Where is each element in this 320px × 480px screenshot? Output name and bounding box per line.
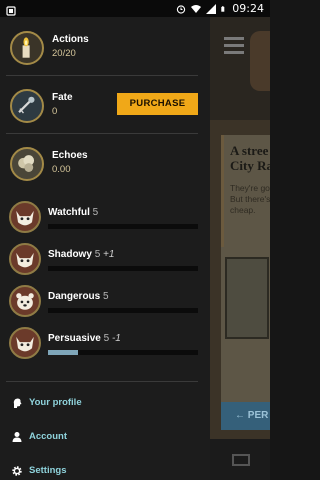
quality-echoes: Echoes 0.00: [0, 145, 210, 185]
wifi-icon: [191, 4, 202, 13]
stat-name: Dangerous: [48, 291, 101, 302]
stat-modifier: +1: [103, 249, 115, 260]
stat-level: 5: [103, 333, 110, 344]
menu-item-your-profile[interactable]: Your profile: [0, 393, 210, 415]
quality-value: 20/20: [52, 48, 76, 59]
alarm-icon: [177, 4, 186, 14]
hamburger-menu-icon[interactable]: [224, 37, 244, 58]
dangerous-bear-icon: [9, 285, 41, 317]
stat-name: Watchful: [48, 207, 90, 218]
perhaps-not-button[interactable]: ← PER: [221, 402, 270, 430]
quality-actions: Actions 20/20: [0, 29, 210, 69]
quality-value: 0.00: [52, 164, 71, 175]
fate-icon: [10, 89, 44, 123]
menu-label: Account: [29, 431, 67, 442]
stat-modifier: -1: [111, 333, 121, 344]
storylet-card[interactable]: A stree City Ra They're go But there's c…: [221, 135, 270, 259]
quality-name: Actions: [52, 34, 89, 45]
stat-label: Shadowy 5 +1: [48, 249, 114, 260]
divider: [6, 133, 198, 134]
character-portrait: [250, 31, 270, 91]
stat-progress-bar: [48, 266, 198, 271]
battery-icon: [221, 5, 225, 12]
navigation-drawer: Actions 20/20 Fate 0 PURCHASE Echoes 0.0…: [0, 17, 210, 480]
stat-progress-bar: [48, 350, 198, 355]
stat-watchful[interactable]: Watchful 5: [0, 201, 210, 241]
storylet-text: They're go But there's cheap.: [230, 183, 270, 215]
quality-value: 0: [52, 106, 58, 117]
storylet-title: A stree City Ra: [230, 143, 270, 173]
menu-item-settings[interactable]: Settings: [0, 461, 210, 480]
bottom-bar: [210, 439, 270, 480]
profile-head-icon: [13, 398, 22, 408]
signal-icon: [206, 3, 217, 14]
gear-icon: [12, 466, 22, 476]
status-bar: 09:24: [0, 0, 270, 17]
person-icon: [12, 432, 22, 442]
storylet-card-2[interactable]: [221, 247, 270, 402]
divider: [6, 75, 198, 76]
quality-name: Fate: [52, 92, 73, 103]
stat-progress-bar: [48, 308, 198, 313]
purchase-button[interactable]: PURCHASE: [117, 93, 198, 115]
stat-name: Persuasive: [48, 333, 101, 344]
background-header: [210, 17, 270, 120]
mail-icon[interactable]: [232, 454, 250, 466]
stat-shadowy[interactable]: Shadowy 5 +1: [0, 243, 210, 283]
stat-level: 5: [92, 207, 99, 218]
stat-level: 5: [94, 249, 101, 260]
stat-name: Shadowy: [48, 249, 92, 260]
clock: 09:24: [232, 2, 264, 15]
background-app: A stree City Ra They're go But there's c…: [210, 17, 270, 480]
stat-progress-fill: [48, 350, 78, 355]
stat-label: Dangerous 5: [48, 291, 109, 302]
stat-label: Watchful 5: [48, 207, 98, 218]
stat-persuasive[interactable]: Persuasive 5 -1: [0, 327, 210, 367]
menu-item-account[interactable]: Account: [0, 427, 210, 449]
echoes-icon: [10, 147, 44, 181]
stat-level: 5: [103, 291, 109, 302]
quality-name: Echoes: [52, 150, 88, 161]
divider: [6, 381, 198, 382]
watchful-cat-icon: [9, 201, 41, 233]
candle-icon: [10, 31, 44, 65]
storylet-image: [225, 257, 269, 339]
menu-label: Your profile: [29, 397, 82, 408]
stat-progress-bar: [48, 224, 198, 229]
notification-icon: [6, 6, 16, 16]
persuasive-cat-icon: [9, 327, 41, 359]
shadowy-cat-icon: [9, 243, 41, 275]
stat-dangerous[interactable]: Dangerous 5: [0, 285, 210, 325]
menu-label: Settings: [29, 465, 67, 476]
stat-label: Persuasive 5 -1: [48, 333, 121, 344]
